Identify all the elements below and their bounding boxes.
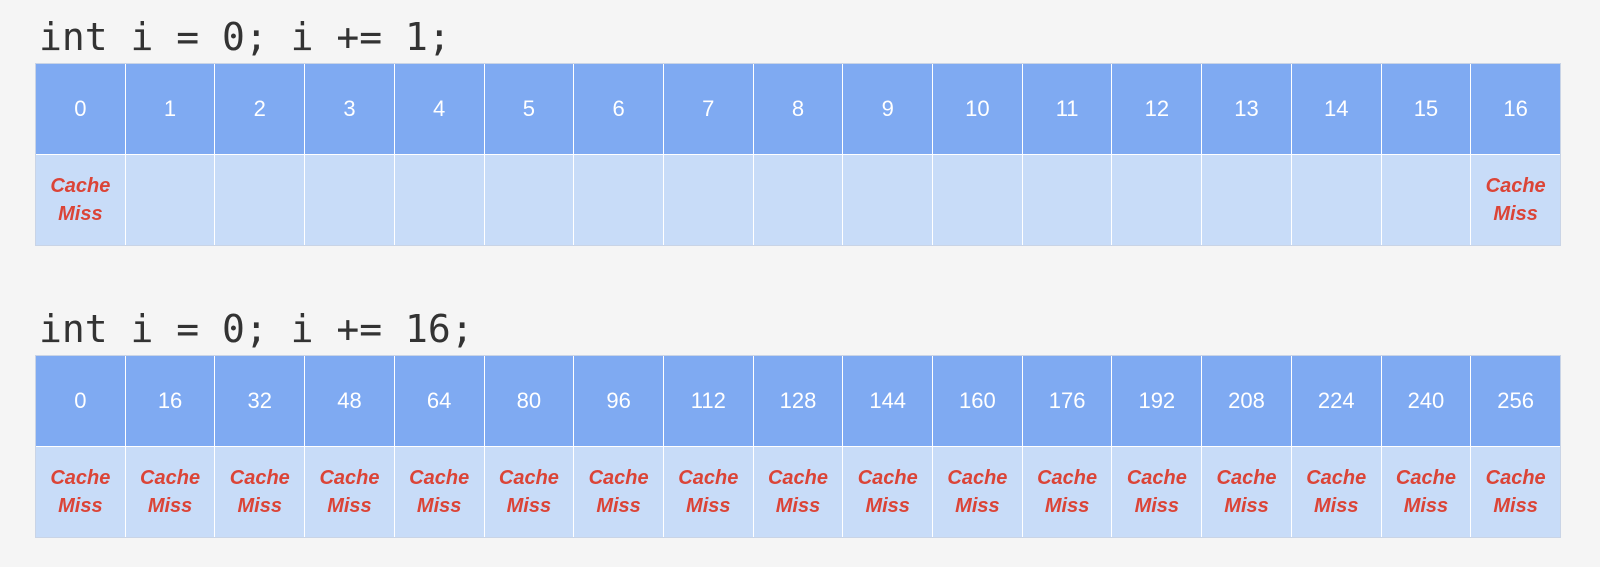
cache-miss-label: Cache Miss [1216,467,1277,517]
result-cell: Cache Miss [753,447,843,537]
cache-miss-label: Cache Miss [1485,467,1546,517]
result-cell [1022,155,1112,245]
index-cell: 32 [215,356,305,446]
result-cell: Cache Miss [574,447,663,537]
result-cell [843,155,933,245]
index-cell: 96 [574,356,663,446]
index-cell: 7 [663,64,753,154]
index-cell: 0 [36,356,125,446]
index-cell: 11 [1022,64,1112,154]
index-cell: 8 [753,64,843,154]
cache-miss-label: Cache Miss [588,467,649,517]
memory-grid-stride-16: 0 16 32 48 64 80 96 112 128 144 160 176 192 208 224 240… [35,355,1561,538]
result-cell: Cache Miss [843,447,933,537]
index-cell: 176 [1022,356,1112,446]
index-cell: 1 [125,64,215,154]
result-cell: Cache Miss [1202,447,1291,537]
result-cell [1112,155,1202,245]
result-cell: Cache Miss [36,447,125,537]
index-cell: 224 [1291,356,1381,446]
index-cell: 80 [484,356,574,446]
result-cell: Cache Miss [1022,447,1112,537]
index-cell: 160 [933,356,1022,446]
result-cell: Cache Miss [484,447,574,537]
result-cell [125,155,215,245]
index-cell: 128 [753,356,843,446]
result-cell: Cache Miss [305,447,394,537]
cache-miss-label: Cache Miss [140,467,201,517]
result-cell: Cache Miss [933,447,1022,537]
index-cell: 3 [305,64,394,154]
result-cell [215,155,305,245]
loop-stride-1-section: int i = 0; i += 1; 0 1 2 3 4 5 6 7 8 9 10 11 12 13 14 1… [35,18,1561,246]
result-cell [574,155,663,245]
index-cell: 0 [36,64,125,154]
cache-miss-label: Cache Miss [947,467,1008,517]
result-cell [1202,155,1291,245]
cache-miss-label: Cache Miss [50,467,111,517]
result-cell [305,155,394,245]
result-cell [1381,155,1471,245]
result-cell [753,155,843,245]
result-cell: Cache Miss [1471,447,1560,537]
index-cell: 10 [933,64,1022,154]
cache-miss-label: Cache Miss [1306,467,1367,517]
cache-miss-label: Cache Miss [409,467,470,517]
result-cell: Cache Miss [1471,155,1560,245]
result-cell: Cache Miss [215,447,305,537]
code-line-stride-1: int i = 0; i += 1; [39,15,451,59]
result-cell: Cache Miss [663,447,753,537]
index-cell: 5 [484,64,574,154]
index-cell: 48 [305,356,394,446]
cache-miss-label: Cache Miss [1485,175,1546,225]
result-cell: Cache Miss [36,155,125,245]
index-cell: 16 [125,356,215,446]
index-cell: 9 [843,64,933,154]
index-cell: 2 [215,64,305,154]
cache-miss-label: Cache Miss [1395,467,1456,517]
index-cell: 64 [394,356,484,446]
result-cell: Cache Miss [394,447,484,537]
result-cell: Cache Miss [125,447,215,537]
result-cell [663,155,753,245]
index-cell: 112 [663,356,753,446]
index-cell: 14 [1291,64,1381,154]
result-cell [484,155,574,245]
result-cell [933,155,1022,245]
index-cell: 13 [1202,64,1291,154]
cache-miss-label: Cache Miss [498,467,559,517]
cache-miss-label: Cache Miss [1126,467,1187,517]
index-cell: 256 [1471,356,1560,446]
cache-miss-label: Cache Miss [50,175,111,225]
index-cell: 12 [1112,64,1202,154]
result-cell: Cache Miss [1381,447,1471,537]
cache-miss-label: Cache Miss [678,467,739,517]
result-cell [1291,155,1381,245]
index-cell: 192 [1112,356,1202,446]
index-cell: 4 [394,64,484,154]
index-cell: 240 [1381,356,1471,446]
result-cell: Cache Miss [1112,447,1202,537]
index-cell: 144 [843,356,933,446]
index-cell: 15 [1381,64,1471,154]
result-cell [394,155,484,245]
code-line-stride-16: int i = 0; i += 16; [39,307,474,351]
loop-stride-16-section: int i = 0; i += 16; 0 16 32 48 64 80 96 112 128 1… [35,310,1561,538]
cache-miss-label: Cache Miss [229,467,290,517]
index-cell: 6 [574,64,663,154]
cache-miss-label: Cache Miss [319,467,380,517]
cache-miss-label: Cache Miss [1037,467,1098,517]
cache-miss-label: Cache Miss [767,467,829,517]
index-cell: 208 [1202,356,1291,446]
cache-miss-label: Cache Miss [857,467,918,517]
index-cell: 16 [1471,64,1560,154]
result-cell: Cache Miss [1291,447,1381,537]
memory-grid-stride-1: 0 1 2 3 4 5 6 7 8 9 10 11 12 13 14 15 16 Cache Miss Cache … [35,63,1561,246]
